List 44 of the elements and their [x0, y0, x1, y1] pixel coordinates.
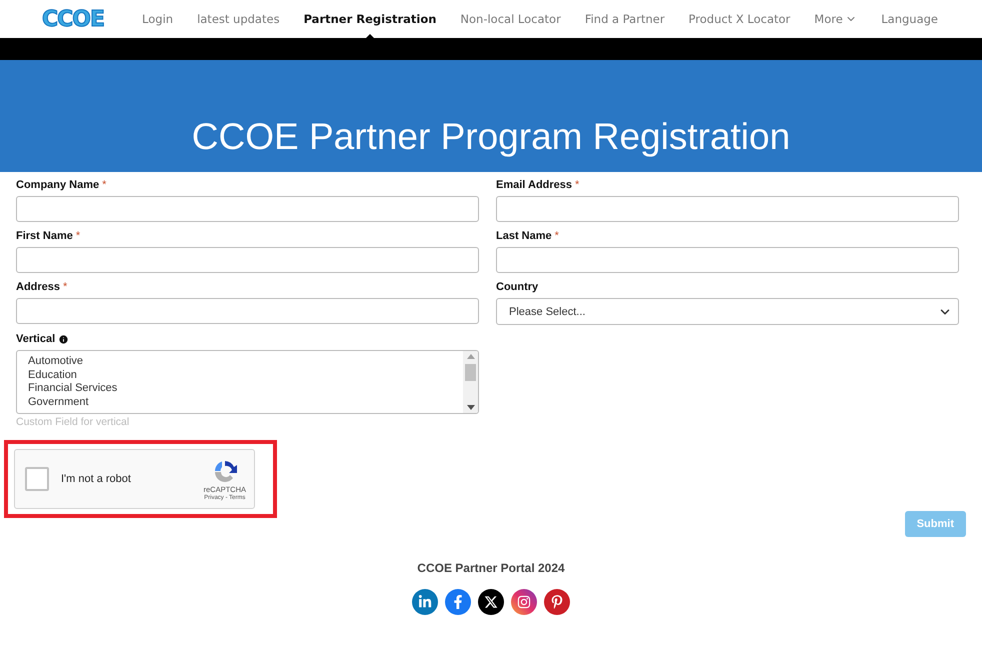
- footer-text: CCOE Partner Portal 2024: [417, 561, 565, 575]
- scrollbar[interactable]: [463, 351, 478, 413]
- text-input[interactable]: [16, 247, 479, 273]
- field-label: Country: [496, 281, 538, 293]
- field-label: Last Name: [496, 230, 552, 242]
- text-input[interactable]: [496, 196, 959, 222]
- vertical-listbox[interactable]: Automotive Education Financial Services Government: [16, 350, 479, 414]
- pinterest-icon[interactable]: [544, 589, 570, 615]
- captcha-label: I'm not a robot: [61, 473, 132, 485]
- text-input[interactable]: [16, 298, 479, 324]
- field-label: Vertical: [16, 333, 56, 345]
- linkedin-icon[interactable]: [412, 589, 438, 615]
- field-label: Company Name: [16, 179, 100, 191]
- nav-link[interactable]: Non-local Locator: [460, 12, 561, 26]
- instagram-icon[interactable]: [511, 589, 537, 615]
- captcha-checkbox[interactable]: [25, 467, 49, 491]
- required-mark: *: [63, 281, 68, 293]
- nav-link[interactable]: latest updates: [197, 12, 280, 26]
- required-mark: *: [575, 179, 580, 191]
- field-label: Address: [16, 281, 60, 293]
- page-title: CCOE Partner Program Registration: [192, 116, 790, 158]
- nav-link[interactable]: Product X Locator: [688, 12, 790, 26]
- field-hint: Custom Field for vertical: [16, 416, 130, 428]
- field-label: First Name: [16, 230, 73, 242]
- required-mark: *: [76, 230, 80, 242]
- text-input[interactable]: [496, 247, 959, 273]
- required-mark: *: [102, 179, 106, 191]
- x-icon[interactable]: [478, 589, 504, 615]
- info-icon[interactable]: [58, 334, 70, 344]
- language-link[interactable]: Language: [881, 12, 938, 26]
- scroll-up-icon[interactable]: [466, 354, 474, 359]
- scroll-down-icon[interactable]: [466, 405, 474, 410]
- field-label: Email Address: [496, 179, 572, 191]
- required-mark: *: [554, 230, 559, 242]
- text-input[interactable]: [16, 196, 479, 222]
- facebook-icon[interactable]: [445, 589, 471, 615]
- list-option[interactable]: Financial Services: [28, 382, 452, 396]
- nav-link[interactable]: Find a Partner: [584, 12, 665, 26]
- nav-link[interactable]: More: [814, 12, 857, 26]
- nav-link[interactable]: Login: [142, 12, 174, 26]
- list-option[interactable]: Education: [28, 368, 452, 382]
- country-select[interactable]: Please Select...: [496, 298, 959, 325]
- list-option[interactable]: Automotive: [28, 355, 452, 368]
- list-option[interactable]: Government: [28, 396, 452, 409]
